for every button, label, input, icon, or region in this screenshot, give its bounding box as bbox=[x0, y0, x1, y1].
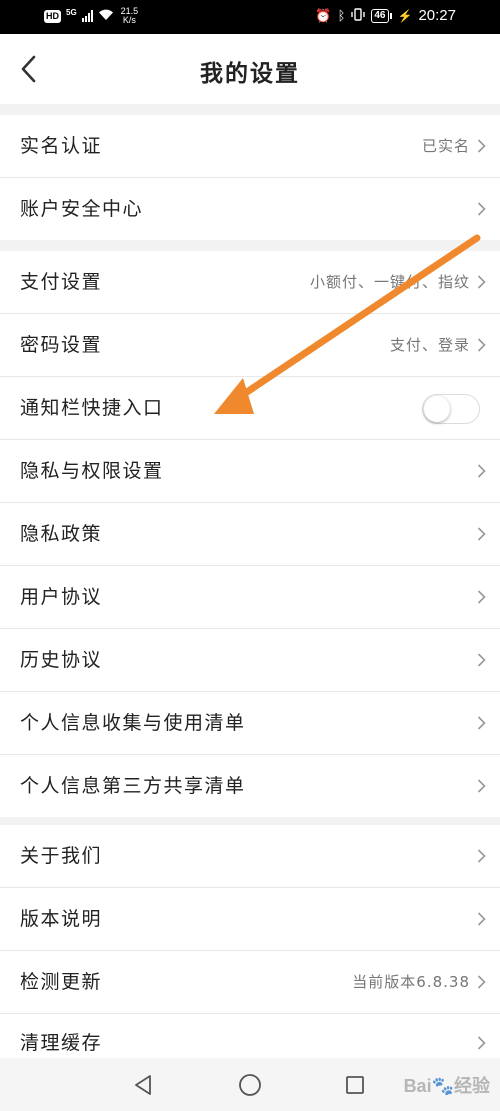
triangle-back-icon bbox=[135, 1075, 151, 1095]
chevron-right-icon bbox=[477, 275, 486, 289]
setting-label: 关于我们 bbox=[20, 845, 103, 867]
setting-label: 个人信息收集与使用清单 bbox=[20, 712, 246, 734]
setting-account-security[interactable]: 账户安全中心 bbox=[0, 178, 500, 240]
chevron-right-icon bbox=[477, 716, 486, 730]
setting-label: 支付设置 bbox=[20, 271, 103, 293]
chevron-right-icon bbox=[477, 779, 486, 793]
battery-level: 46 bbox=[371, 8, 389, 23]
setting-value: 已实名 bbox=[421, 137, 470, 155]
vibrate-icon bbox=[351, 7, 366, 24]
chevron-right-icon bbox=[477, 975, 486, 989]
setting-label: 版本说明 bbox=[20, 908, 103, 930]
paw-icon: 🐾 bbox=[431, 1076, 454, 1096]
setting-privacy-policy[interactable]: 隐私政策 bbox=[0, 503, 500, 565]
setting-notification-shortcut: 通知栏快捷入口 bbox=[0, 377, 500, 439]
setting-privacy-permissions[interactable]: 隐私与权限设置 bbox=[0, 440, 500, 502]
battery-icon: 46 bbox=[371, 8, 392, 23]
nav-home-button[interactable] bbox=[235, 1070, 265, 1100]
alarm-icon: ⏰ bbox=[315, 7, 332, 23]
chevron-right-icon bbox=[477, 590, 486, 604]
chevron-right-icon bbox=[477, 202, 486, 216]
nav-recents-button[interactable] bbox=[340, 1070, 370, 1100]
notification-shortcut-toggle[interactable] bbox=[422, 394, 480, 424]
header: 我的设置 bbox=[0, 34, 500, 104]
setting-label: 个人信息第三方共享清单 bbox=[20, 775, 246, 797]
nav-back-button[interactable] bbox=[128, 1070, 158, 1100]
chevron-right-icon bbox=[477, 1036, 486, 1050]
watermark-text-b: 经验 bbox=[454, 1076, 490, 1096]
setting-label: 实名认证 bbox=[20, 135, 103, 157]
bluetooth-icon: ᛒ bbox=[337, 8, 346, 23]
network-type: 5G bbox=[66, 7, 77, 17]
setting-version-notes[interactable]: 版本说明 bbox=[0, 888, 500, 950]
setting-label: 隐私与权限设置 bbox=[20, 460, 164, 482]
toggle-knob bbox=[424, 396, 450, 422]
setting-label: 历史协议 bbox=[20, 649, 103, 671]
watermark-text-a: Bai bbox=[403, 1076, 432, 1096]
setting-info-collection-list[interactable]: 个人信息收集与使用清单 bbox=[0, 692, 500, 754]
setting-user-agreement[interactable]: 用户协议 bbox=[0, 566, 500, 628]
system-nav-bar: Bai🐾经验 bbox=[0, 1058, 500, 1111]
setting-label: 账户安全中心 bbox=[20, 198, 144, 220]
setting-label: 密码设置 bbox=[20, 334, 103, 356]
wifi-icon bbox=[98, 9, 114, 24]
chevron-right-icon bbox=[477, 139, 486, 153]
speed-unit: K/s bbox=[122, 15, 136, 25]
chevron-right-icon bbox=[477, 338, 486, 352]
network-speed: 21.5 K/s bbox=[121, 7, 139, 25]
setting-history-agreement[interactable]: 历史协议 bbox=[0, 629, 500, 691]
setting-check-update[interactable]: 检测更新 当前版本6.8.38 bbox=[0, 951, 500, 1013]
setting-real-name[interactable]: 实名认证 已实名 bbox=[0, 115, 500, 177]
setting-label: 用户协议 bbox=[20, 586, 103, 608]
baidu-jingyan-watermark: Bai🐾经验 bbox=[404, 1072, 490, 1098]
setting-payment[interactable]: 支付设置 小额付、一键付、指纹 bbox=[0, 251, 500, 313]
setting-clear-cache[interactable]: 清理缓存 bbox=[0, 1014, 500, 1058]
signal-icon bbox=[81, 10, 93, 22]
page-title: 我的设置 bbox=[200, 61, 300, 87]
setting-password[interactable]: 密码设置 支付、登录 bbox=[0, 314, 500, 376]
chevron-right-icon bbox=[477, 912, 486, 926]
hd-badge: HD bbox=[44, 9, 61, 23]
setting-value: 支付、登录 bbox=[389, 336, 470, 354]
charging-icon: ⚡ bbox=[397, 8, 413, 23]
chevron-right-icon bbox=[477, 464, 486, 478]
setting-value: 当前版本6.8.38 bbox=[352, 973, 470, 991]
chevron-right-icon bbox=[477, 527, 486, 541]
chevron-right-icon bbox=[477, 653, 486, 667]
setting-value: 小额付、一键付、指纹 bbox=[309, 273, 470, 291]
setting-label: 通知栏快捷入口 bbox=[20, 397, 164, 419]
clock: 20:27 bbox=[418, 7, 456, 24]
circle-home-icon bbox=[239, 1074, 261, 1096]
setting-label: 隐私政策 bbox=[20, 523, 103, 545]
square-recents-icon bbox=[346, 1076, 364, 1094]
setting-third-party-sharing-list[interactable]: 个人信息第三方共享清单 bbox=[0, 755, 500, 817]
setting-about-us[interactable]: 关于我们 bbox=[0, 825, 500, 887]
status-bar: HD 5G 21.5 K/s ⏰ ᛒ 46 ⚡ 20:27 bbox=[0, 0, 500, 34]
chevron-right-icon bbox=[477, 849, 486, 863]
setting-label: 检测更新 bbox=[20, 971, 103, 993]
